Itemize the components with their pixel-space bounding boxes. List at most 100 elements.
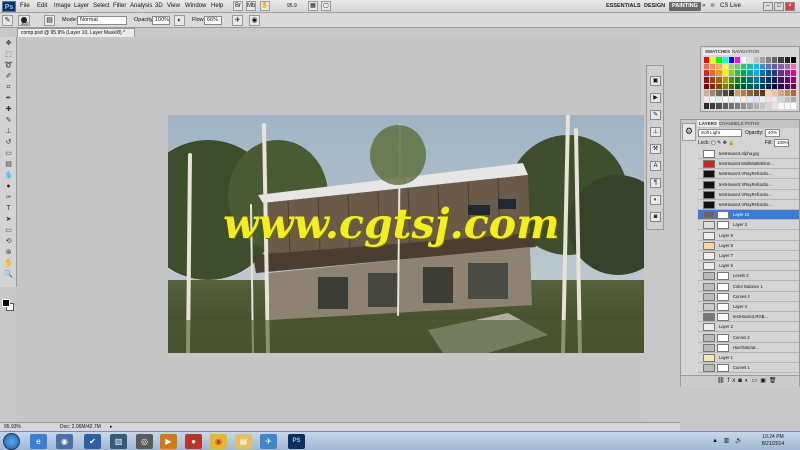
clock-date[interactable]: 8/21/2014 [758, 441, 788, 448]
add-mask-icon[interactable]: ◙ [738, 378, 745, 384]
layer-thumbnail[interactable] [703, 303, 715, 311]
menu-filter[interactable]: Filter [113, 2, 126, 11]
3d-camera-tool-icon[interactable]: ⊛ [3, 248, 14, 257]
layer-thumbnail[interactable] [703, 343, 715, 352]
swatch-color[interactable] [716, 76, 722, 83]
swatch-color[interactable] [759, 70, 765, 76]
swatch-color[interactable] [753, 83, 759, 90]
brush-tool-icon[interactable]: ✎ [2, 15, 13, 26]
swatch-color[interactable] [741, 90, 747, 96]
workspace-essentials[interactable]: ESSENTIALS [603, 2, 644, 11]
cs-live-label[interactable]: CS Live [720, 2, 741, 11]
swatch-color[interactable] [716, 57, 722, 63]
swatch-color[interactable] [759, 90, 765, 96]
shape-tool-icon[interactable]: ▭ [3, 226, 14, 235]
menu-file[interactable]: File [20, 2, 30, 11]
swatch-color[interactable] [741, 96, 747, 103]
swatch-color[interactable] [722, 70, 728, 76]
swatch-color[interactable] [778, 103, 784, 109]
layer-thumbnail[interactable] [703, 292, 715, 301]
swatch-color[interactable] [747, 57, 753, 63]
swatch-color[interactable] [728, 96, 734, 103]
foreground-color-swatch[interactable] [2, 299, 10, 307]
swatch-color[interactable] [728, 103, 734, 109]
swatch-color[interactable] [772, 83, 778, 90]
status-zoom[interactable]: 95.93% [4, 423, 21, 431]
swatch-color[interactable] [784, 63, 790, 70]
layer-mask-thumbnail[interactable] [717, 343, 729, 352]
layer-mask-thumbnail[interactable] [717, 364, 729, 373]
menu-help[interactable]: Help [211, 2, 223, 11]
link-layers-icon[interactable]: ⛓ [717, 378, 728, 384]
swatch-color[interactable] [759, 83, 765, 90]
hand-tool-icon[interactable]: ✋ [260, 1, 270, 11]
swatch-color[interactable] [710, 76, 716, 83]
layer-thumbnail[interactable] [703, 180, 715, 189]
swatch-color[interactable] [784, 90, 790, 96]
recorder-icon[interactable]: ● [185, 434, 202, 449]
layer-row[interactable]: testHouse3.Alpha.jpg [698, 149, 799, 159]
layer-row[interactable]: 👁Color Balance 1 [698, 282, 799, 292]
photoshop-taskbar-icon[interactable]: PS [288, 434, 305, 449]
swatch-color[interactable] [728, 63, 734, 70]
swatch-color[interactable] [722, 76, 728, 83]
layer-thumbnail[interactable] [703, 282, 715, 291]
swatch-color[interactable] [765, 103, 772, 109]
menu-window[interactable]: Window [185, 2, 206, 11]
swatch-color[interactable] [710, 57, 716, 63]
swatch-color[interactable] [728, 70, 734, 76]
chrome-icon[interactable]: ◉ [210, 434, 227, 449]
brush-panel-icon[interactable]: ▤ [44, 15, 55, 26]
layer-row[interactable]: 👁Curves 2 [698, 333, 799, 343]
layer-thumbnail[interactable] [703, 201, 715, 209]
cs-live-icon[interactable]: ⊗ [710, 2, 715, 11]
zoom-level[interactable]: 95.9 [287, 2, 297, 11]
menu-image[interactable]: Image [54, 2, 71, 11]
swatch-color[interactable] [716, 103, 722, 109]
document-tab[interactable]: comp.psd @ 95.9% (Layer 10, Layer Mask/8… [17, 28, 135, 37]
quick-select-tool-icon[interactable]: ✐ [3, 72, 14, 81]
swatch-color[interactable] [716, 83, 722, 90]
swatch-color[interactable] [710, 96, 716, 103]
swatch-color[interactable] [790, 63, 796, 70]
minimize-button[interactable]: – [763, 2, 773, 11]
swatch-color[interactable] [753, 63, 759, 70]
swatch-color[interactable] [728, 83, 734, 90]
layer-thumbnail[interactable] [703, 323, 715, 332]
layer-row[interactable]: 👁Layer 10 [698, 210, 799, 221]
swatch-color[interactable] [747, 63, 753, 70]
flow-field[interactable]: 66% [204, 16, 222, 25]
file-explorer-icon[interactable]: ▤ [235, 434, 252, 449]
menu-select[interactable]: Select [93, 2, 110, 11]
history-panel-icon[interactable]: ▣ [650, 76, 661, 86]
lasso-tool-icon[interactable]: ➰ [3, 61, 14, 70]
adjustments-panel-icon[interactable]: ◐ [650, 195, 661, 205]
swatch-color[interactable] [747, 70, 753, 76]
brush-settings-icon[interactable]: ⚙ [682, 123, 696, 141]
layer-thumbnail[interactable] [703, 190, 715, 199]
swatch-color[interactable] [704, 96, 710, 103]
menu-layer[interactable]: Layer [74, 2, 89, 11]
swatch-color[interactable] [710, 70, 716, 76]
swatch-color[interactable] [734, 76, 741, 83]
swatch-color[interactable] [710, 90, 716, 96]
chrome-remote-icon[interactable]: ◉ [56, 434, 73, 449]
marquee-tool-icon[interactable]: ⬚ [3, 50, 14, 59]
swatch-color[interactable] [765, 70, 772, 76]
layer-thumbnail[interactable] [703, 170, 715, 179]
swatch-color[interactable] [790, 57, 796, 63]
swatch-color[interactable] [710, 83, 716, 90]
menu-edit[interactable]: Edit [37, 2, 47, 11]
fill-field[interactable]: 100% [774, 139, 789, 147]
workspace-painting[interactable]: PAINTING [669, 2, 701, 11]
layer-thumbnail[interactable] [703, 364, 715, 373]
swatch-color[interactable] [716, 90, 722, 96]
swatch-color[interactable] [772, 70, 778, 76]
layer-thumbnail[interactable] [703, 160, 715, 169]
swatch-color[interactable] [778, 96, 784, 103]
layer-row[interactable]: 👁Layer 6 [698, 261, 799, 272]
layer-row[interactable]: testHouse3.VRayRefractio... [698, 200, 799, 210]
crop-tool-icon[interactable]: ⌗ [3, 83, 14, 92]
swatch-color[interactable] [734, 57, 741, 63]
type-tool-icon[interactable]: T [3, 204, 14, 213]
